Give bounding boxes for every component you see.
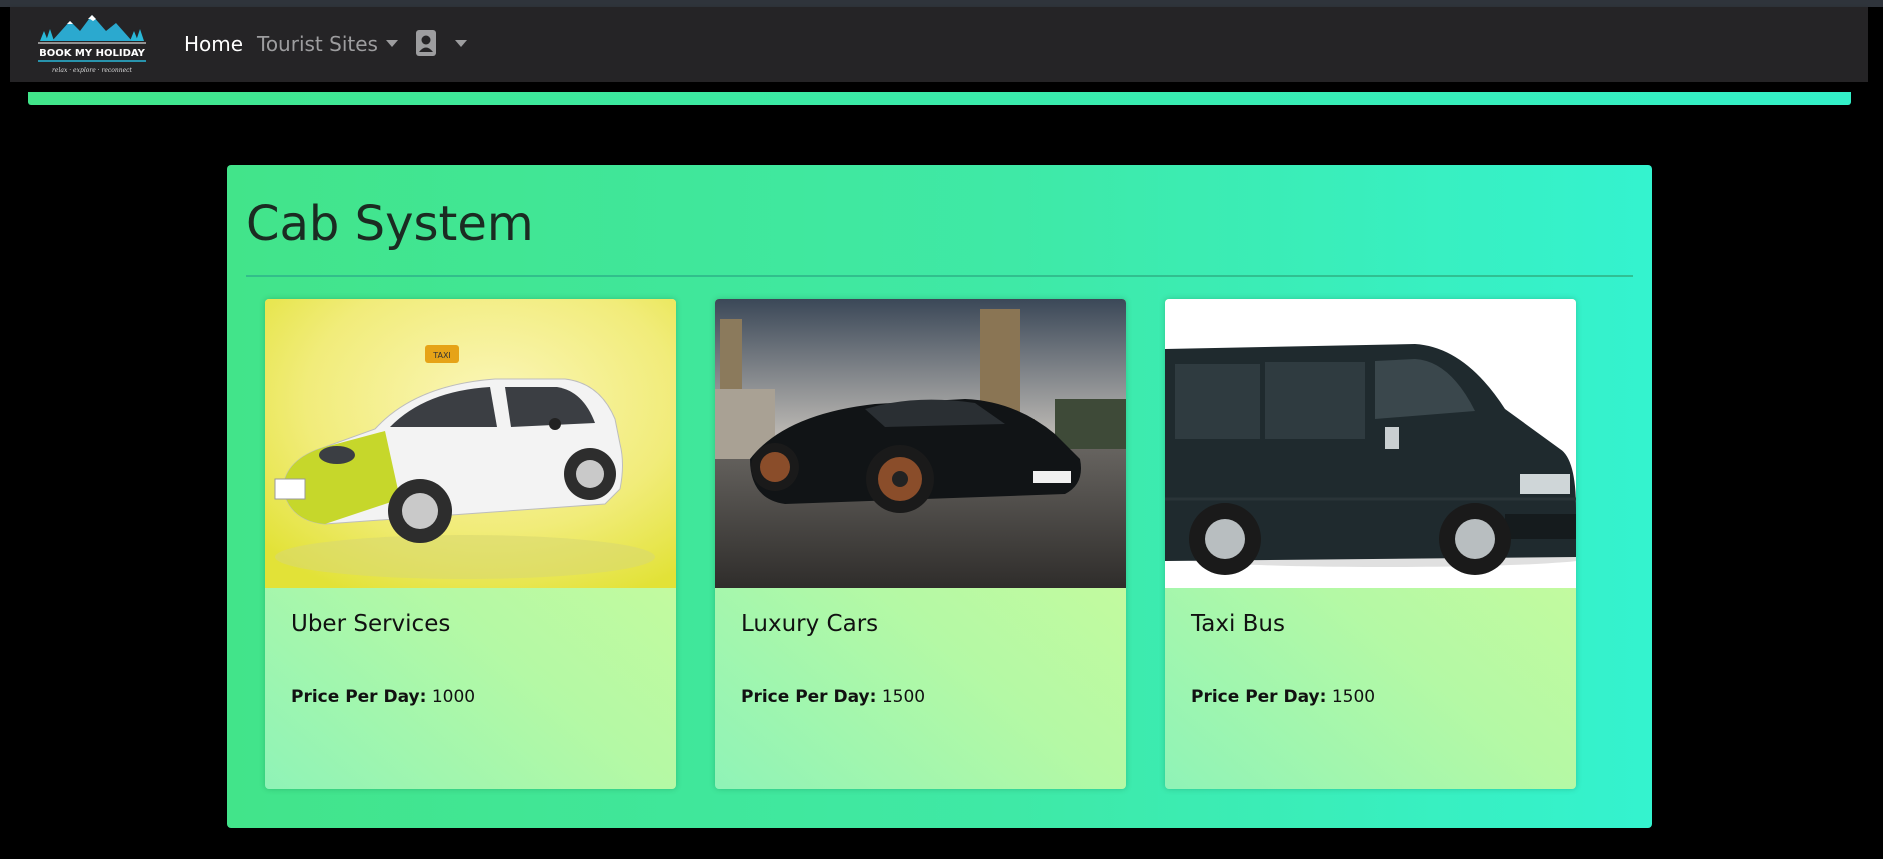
nav-tourist-sites-label: Tourist Sites [257, 32, 378, 56]
price-value: 1000 [431, 687, 476, 707]
cab-image-sports-car [715, 299, 1126, 588]
cab-system-panel: Cab System TAXI Uber Services Price Per … [227, 165, 1652, 828]
green-banner-strip [28, 92, 1851, 105]
chevron-down-icon [455, 40, 467, 47]
price-label: Price Per Day: [741, 687, 877, 707]
cab-card-price: Price Per Day: 1000 [291, 687, 475, 707]
window-top-strip [0, 0, 1883, 7]
price-label: Price Per Day: [1191, 687, 1327, 707]
nav-tourist-sites-dropdown[interactable]: Tourist Sites [257, 32, 398, 56]
page-title: Cab System [246, 196, 534, 252]
cab-card-taxi-bus[interactable]: Taxi Bus Price Per Day: 1500 [1165, 299, 1576, 789]
title-divider [246, 275, 1633, 277]
svg-text:TAXI: TAXI [432, 351, 451, 360]
price-value: 1500 [1331, 687, 1376, 707]
cab-card-luxury-cars[interactable]: Luxury Cars Price Per Day: 1500 [715, 299, 1126, 789]
cab-image-taxi: TAXI [265, 299, 676, 588]
cab-card-price: Price Per Day: 1500 [741, 687, 925, 707]
cab-card-title: Uber Services [291, 611, 451, 637]
cab-card-price: Price Per Day: 1500 [1191, 687, 1375, 707]
navbar: BOOK MY HOLIDAY relax · explore · reconn… [10, 7, 1868, 82]
brand-logo[interactable]: BOOK MY HOLIDAY relax · explore · reconn… [32, 9, 152, 79]
nav-home-link[interactable]: Home [184, 32, 243, 56]
chevron-down-icon [385, 40, 398, 47]
cab-card-title: Taxi Bus [1191, 611, 1285, 637]
cab-card-title: Luxury Cars [741, 611, 879, 637]
profile-dropdown[interactable] [415, 29, 475, 59]
cab-image-van [1165, 299, 1576, 588]
price-value: 1500 [881, 687, 926, 707]
cab-card-uber-services[interactable]: TAXI Uber Services Price Per Day: 1000 [265, 299, 676, 789]
svg-text:BOOK MY HOLIDAY: BOOK MY HOLIDAY [39, 48, 146, 59]
price-label: Price Per Day: [291, 687, 427, 707]
contact-card-icon [416, 30, 436, 56]
svg-text:relax · explore · reconnect: relax · explore · reconnect [52, 67, 132, 74]
